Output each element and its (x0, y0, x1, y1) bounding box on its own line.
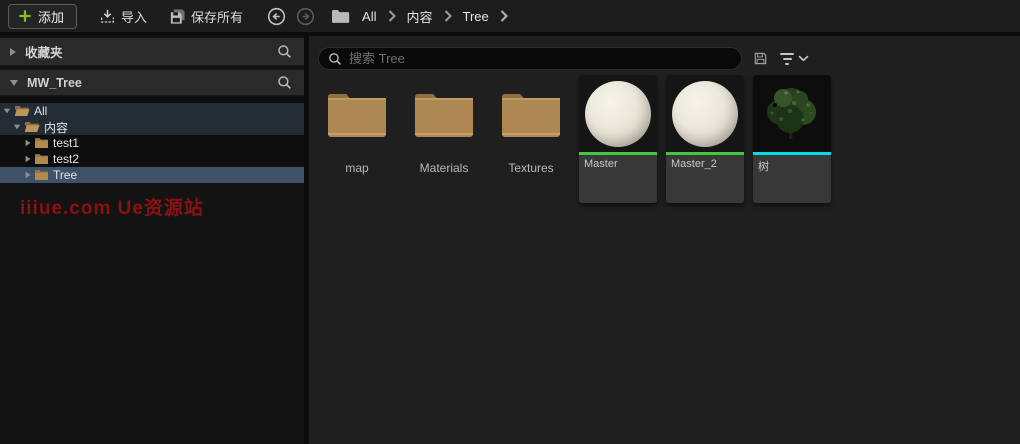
filter-button[interactable] (780, 52, 809, 65)
tree-item-label: test1 (53, 136, 80, 150)
asset-tile-tree[interactable]: 树 (753, 75, 831, 203)
import-button-label: 导入 (121, 9, 148, 25)
add-button[interactable]: 添加 (8, 3, 78, 29)
triangle-down-icon[interactable] (13, 124, 21, 130)
breadcrumb-item-tree[interactable]: Tree (459, 9, 493, 24)
folder-tree: All 内容 test1 test2 Tree (0, 96, 304, 183)
forward-button[interactable] (296, 7, 315, 26)
tree-item-label: Tree (53, 168, 78, 182)
folder-icon (492, 75, 570, 153)
search-icon[interactable] (277, 44, 292, 59)
closed-folder-icon (34, 153, 49, 165)
asset-grid: map Materials Textures Master Master_2 树 (309, 72, 1020, 203)
folder-item-map[interactable]: map (318, 75, 396, 175)
sources-panel: 收藏夹 MW_Tree All 内容 test1 test2 Tree iiiu… (0, 36, 304, 444)
open-folder-icon (14, 105, 30, 117)
folder-name: Materials (419, 161, 469, 175)
triangle-down-icon[interactable] (10, 79, 18, 86)
collection-header-label: MW_Tree (27, 75, 82, 90)
material-sphere (585, 80, 651, 147)
chevron-right-icon (444, 10, 452, 22)
tree-mesh-thumbnail (753, 75, 831, 152)
back-button[interactable] (267, 7, 286, 26)
import-button[interactable]: 导入 (99, 7, 147, 26)
folder-icon (405, 75, 483, 153)
search-icon[interactable] (277, 75, 292, 90)
folder-name: Textures (508, 161, 554, 175)
asset-name: 树 (758, 161, 769, 173)
chevron-right-icon[interactable] (500, 10, 508, 22)
breadcrumb-item-content[interactable]: 内容 (403, 7, 437, 26)
material-sphere-thumbnail (579, 75, 657, 152)
tree-item-all[interactable]: All (0, 103, 304, 119)
material-sphere (672, 80, 738, 147)
magnifier-icon (328, 52, 342, 66)
save-all-button[interactable]: 保存所有 (169, 7, 243, 26)
chevron-right-icon (388, 10, 396, 22)
triangle-right-icon[interactable] (10, 47, 16, 56)
material-sphere-thumbnail (666, 75, 744, 152)
history-nav (267, 7, 315, 26)
top-toolbar: 添加 导入 保存所有 All 内容 Tree (0, 0, 1020, 34)
import-icon (99, 8, 116, 25)
favorites-header[interactable]: 收藏夹 (0, 38, 304, 66)
search-input[interactable] (349, 51, 732, 66)
watermark-text: iiiue.com Ue资源站 (20, 198, 204, 219)
plus-icon (18, 9, 32, 23)
tree-item-tree[interactable]: Tree (0, 167, 304, 183)
collection-header[interactable]: MW_Tree (0, 70, 304, 96)
save-all-button-label: 保存所有 (191, 9, 244, 25)
tree-item-label: All (34, 104, 48, 118)
closed-folder-icon (34, 169, 49, 181)
open-folder-icon (24, 121, 40, 133)
save-all-icon (169, 8, 186, 25)
asset-name: Master_2 (671, 158, 717, 170)
chevron-down-icon (798, 55, 809, 62)
breadcrumb: All 内容 Tree (358, 7, 515, 26)
tree-item-test2[interactable]: test2 (0, 151, 304, 167)
asset-tile-master-2[interactable]: Master_2 (666, 75, 744, 203)
breadcrumb-folder-icon (331, 9, 350, 24)
tree-item-content[interactable]: 内容 (0, 119, 304, 135)
asset-name: Master (584, 158, 618, 170)
search-bar[interactable] (318, 47, 742, 70)
folder-icon (318, 75, 396, 153)
folder-item-textures[interactable]: Textures (492, 75, 570, 175)
folder-item-materials[interactable]: Materials (405, 75, 483, 175)
search-row (309, 36, 1020, 72)
favorites-header-label: 收藏夹 (25, 46, 63, 60)
save-search-icon[interactable] (753, 51, 768, 66)
tree-art (767, 87, 816, 139)
triangle-right-icon[interactable] (25, 155, 31, 163)
triangle-right-icon[interactable] (25, 139, 31, 147)
triangle-right-icon[interactable] (25, 171, 31, 179)
filter-lines-icon (780, 52, 794, 65)
content-browser-panel: map Materials (309, 36, 1020, 444)
closed-folder-icon (34, 137, 49, 149)
triangle-down-icon[interactable] (3, 108, 11, 114)
tree-item-label: 内容 (44, 120, 69, 135)
tree-item-label: test2 (53, 152, 80, 166)
folder-name: map (345, 161, 369, 175)
asset-tile-master[interactable]: Master (579, 75, 657, 203)
breadcrumb-item-all[interactable]: All (358, 9, 380, 24)
add-button-label: 添加 (38, 9, 65, 25)
tree-item-test1[interactable]: test1 (0, 135, 304, 151)
